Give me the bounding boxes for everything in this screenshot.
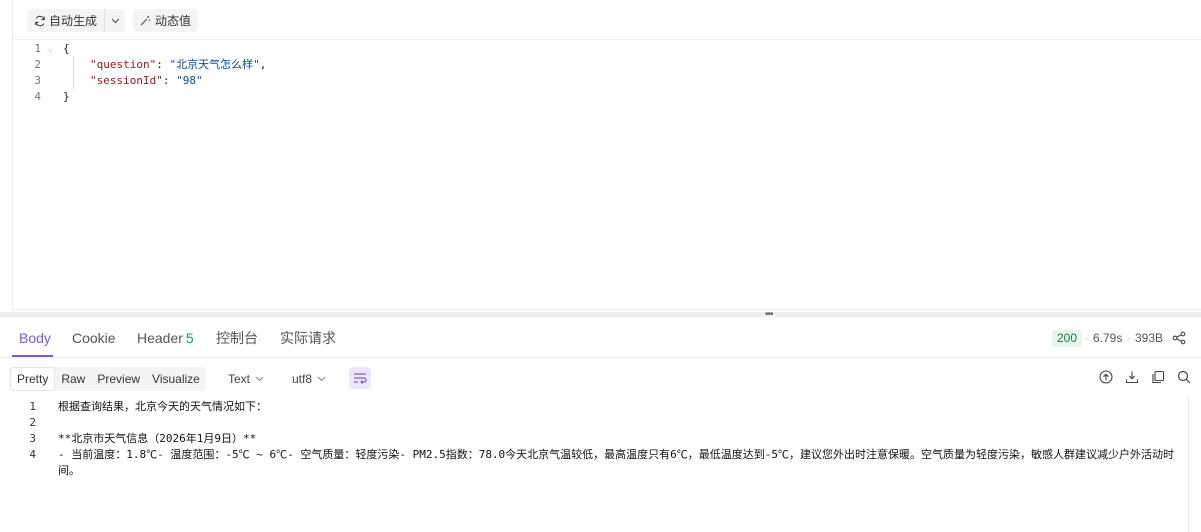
- line-number: 1: [29, 400, 36, 413]
- response-body-viewer[interactable]: 1 根据查询结果，北京今天的天气情况如下： 2 3 **北京市天气信息（2026…: [0, 398, 1201, 532]
- separator-dot: ·: [1127, 331, 1131, 345]
- tab-body[interactable]: Body: [19, 318, 51, 358]
- line-number: 1: [34, 42, 41, 55]
- format-select-value: Text: [228, 372, 251, 386]
- json-value: "北京天气怎么样": [169, 58, 260, 71]
- scrollbar-track[interactable]: [1188, 398, 1189, 532]
- line-number: 3: [29, 432, 36, 445]
- dynamic-value-button[interactable]: 动态值: [133, 9, 199, 32]
- json-colon: :: [156, 58, 170, 71]
- drag-handle-icon[interactable]: •••: [765, 310, 773, 320]
- panel-splitter[interactable]: [0, 312, 1201, 317]
- json-comma: ,: [259, 58, 267, 71]
- view-preview[interactable]: Preview: [91, 367, 146, 391]
- dynamic-value-label: 动态值: [155, 14, 192, 28]
- separator-dot: ·: [1084, 331, 1088, 345]
- editor-line: 1 ⌄ {: [13, 41, 1201, 57]
- code-text: "sessionId": "98": [90, 73, 203, 89]
- copy-icon[interactable]: [1151, 370, 1165, 384]
- editor-line: 4 }: [13, 89, 1201, 105]
- view-visualize[interactable]: Visualize: [146, 367, 206, 391]
- search-icon[interactable]: [1177, 370, 1191, 384]
- code-text: }: [63, 90, 70, 103]
- response-tabs: Body Cookie Header 5 控制台 实际请求: [0, 318, 1201, 358]
- view-pretty[interactable]: Pretty: [10, 367, 56, 391]
- code-text: {: [63, 42, 70, 55]
- line-text: 根据查询结果，北京今天的天气情况如下：: [58, 400, 267, 413]
- line-number: 2: [34, 58, 41, 71]
- request-toolbar: 自动生成 动态值: [13, 0, 1201, 40]
- magic-wand-icon: [140, 16, 151, 26]
- response-size: 393B: [1135, 331, 1164, 345]
- editor-line: 2 "question": "北京天气怎么样",: [13, 57, 1201, 73]
- upload-icon[interactable]: [1099, 370, 1113, 384]
- auto-generate-group: 自动生成: [27, 9, 126, 32]
- editor-line: 3 "sessionId": "98": [13, 73, 1201, 89]
- tab-header[interactable]: Header 5: [137, 318, 194, 358]
- auto-generate-label: 自动生成: [49, 14, 98, 28]
- line-text: **北京市天气信息（2026年1月9日）**: [58, 432, 257, 445]
- json-key: "sessionId": [90, 74, 163, 87]
- chevron-down-icon: [255, 376, 264, 382]
- encoding-select[interactable]: utf8: [292, 367, 326, 391]
- line-number: 3: [34, 74, 41, 87]
- tab-console[interactable]: 控制台: [216, 318, 258, 358]
- wrap-lines-icon: [354, 373, 367, 384]
- json-key: "question": [90, 58, 157, 71]
- response-toolbar: Pretty Raw Preview Visualize Text utf8: [0, 359, 1201, 399]
- line-number: 4: [34, 90, 41, 103]
- fold-chevron-icon[interactable]: ⌄: [48, 41, 53, 57]
- line-number: 2: [29, 416, 36, 429]
- request-body-panel: 自动生成 动态值 1 ⌄ { 2 "question": "北京天气怎么样", …: [12, 0, 1201, 310]
- tab-header-label: Header: [137, 330, 183, 346]
- tab-actual-request[interactable]: 实际请求: [280, 318, 336, 358]
- header-count-badge: 5: [185, 330, 194, 346]
- share-icon[interactable]: [1172, 331, 1186, 345]
- status-badge: 200: [1052, 330, 1083, 347]
- view-raw[interactable]: Raw: [55, 367, 91, 391]
- chevron-down-icon: [111, 18, 119, 23]
- format-select[interactable]: Text: [228, 367, 264, 391]
- json-editor[interactable]: 1 ⌄ { 2 "question": "北京天气怎么样", 3 "sessio…: [13, 41, 1201, 105]
- json-value: "98": [176, 74, 203, 87]
- code-text: "question": "北京天气怎么样",: [90, 57, 266, 73]
- encoding-select-value: utf8: [292, 372, 313, 386]
- active-tab-indicator: [12, 355, 53, 357]
- view-mode-switch: Pretty Raw Preview Visualize: [10, 367, 206, 391]
- refresh-icon: [35, 15, 45, 26]
- line-text: - 当前温度：1.8℃- 温度范围：-5℃ ~ 6℃- 空气质量：轻度污染- P…: [58, 448, 1175, 477]
- download-icon[interactable]: [1125, 370, 1139, 384]
- auto-generate-button[interactable]: 自动生成: [27, 9, 104, 32]
- line-number: 4: [29, 448, 36, 461]
- chevron-down-icon: [317, 376, 326, 382]
- auto-generate-dropdown[interactable]: [104, 9, 125, 32]
- response-time: 6.79s: [1093, 331, 1123, 345]
- json-colon: :: [162, 74, 177, 87]
- word-wrap-button[interactable]: [349, 367, 371, 389]
- tab-cookie[interactable]: Cookie: [72, 318, 116, 358]
